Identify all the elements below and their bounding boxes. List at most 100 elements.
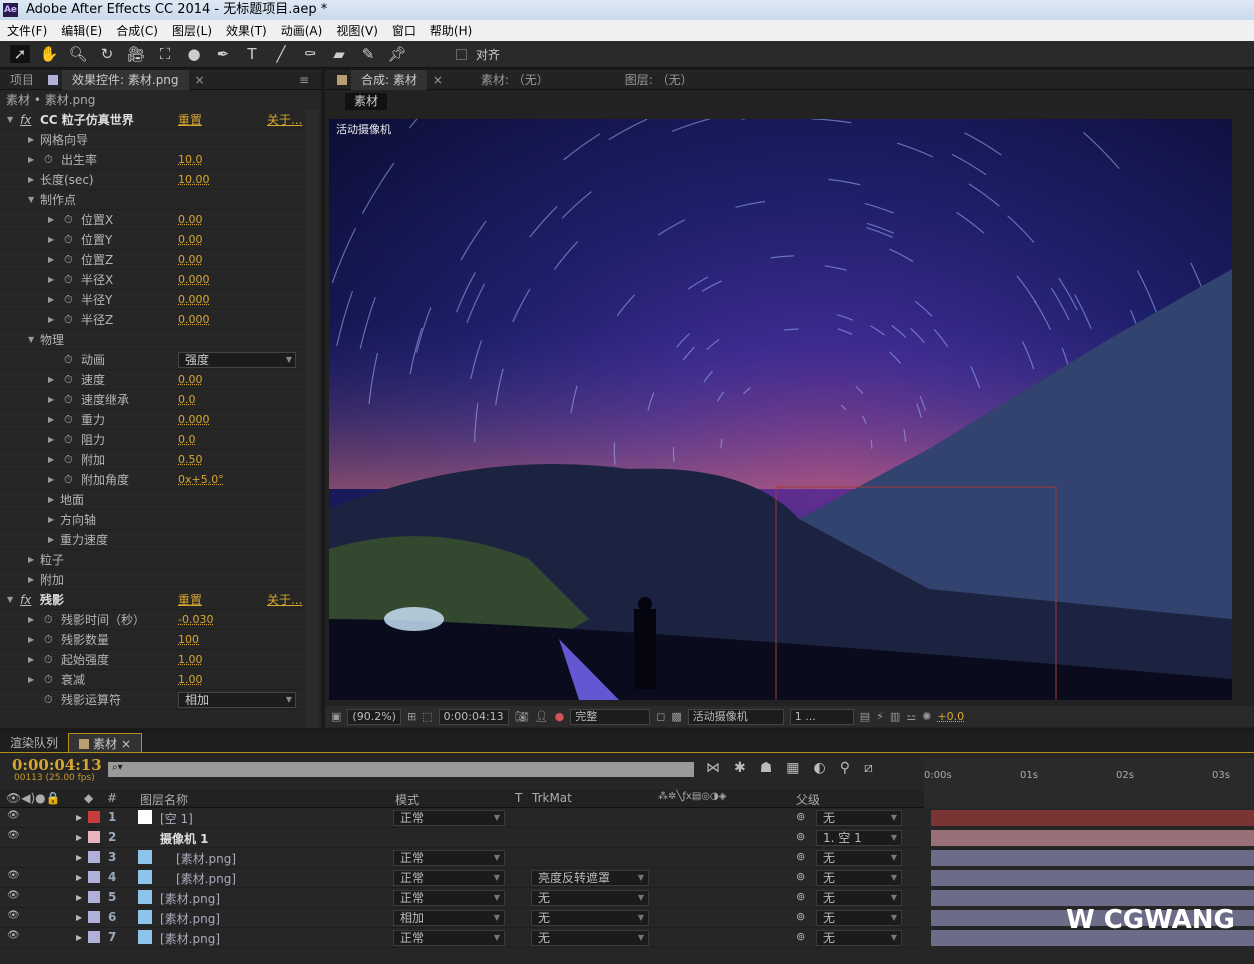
pick-whip-icon[interactable]: ⊚ [796,870,805,883]
ellipse-tool-icon[interactable]: ● [184,45,204,63]
eye-icon[interactable]: 👁︎ [7,870,20,881]
effect-property-row[interactable]: ▶ ⏱ 位置X 0.00 [0,210,305,230]
effect-property-row[interactable]: ▶ 长度(sec) 10.00 [0,170,305,190]
effect-property-row[interactable]: ▶ ⏱ 半径Y 0.000 [0,290,305,310]
stopwatch-icon[interactable]: ⏱ [44,610,53,630]
stopwatch-icon[interactable]: ⏱ [44,630,53,650]
motion-blur-icon[interactable]: ◐ [814,760,826,776]
layer-duration-bar[interactable] [931,870,1254,886]
label-color-swatch[interactable] [88,911,100,923]
stopwatch-icon[interactable]: ⏱ [64,390,73,410]
property-value[interactable]: 0.0 [178,390,196,410]
expand-triangle-icon[interactable]: ▶ [48,390,54,410]
property-value[interactable]: 0.00 [178,210,203,230]
property-value[interactable]: 100 [178,630,199,650]
property-value[interactable]: 0.00 [178,230,203,250]
effect-property-row[interactable]: ▶ ⏱ 起始强度 1.00 [0,650,305,670]
expand-triangle-icon[interactable]: ▶ [48,510,54,530]
blend-mode-dropdown[interactable]: 相加 [393,910,505,926]
menu-item[interactable]: 视图(V) [329,22,385,39]
expand-triangle-icon[interactable]: ▶ [28,610,34,630]
effect-property-row[interactable]: ▶ ⏱ 衰减 1.00 [0,670,305,690]
scrollbar[interactable] [305,110,319,728]
expand-triangle-icon[interactable]: ▶ [76,893,82,902]
effect-property-row[interactable]: ▶ ⏱ 速度 0.00 [0,370,305,390]
effect-property-row[interactable]: ▶ ⏱ 残影时间（秒） -0.030 [0,610,305,630]
channel-icon[interactable]: ● [555,710,565,723]
effect-property-row[interactable]: ▼ fx 残影 重置 关于... [0,590,305,610]
snap-checkbox[interactable] [456,49,467,60]
effect-property-row[interactable]: ▶ 地面 [0,490,305,510]
effect-property-row[interactable]: ▶ 附加 [0,570,305,590]
expand-triangle-icon[interactable]: ▶ [28,550,34,570]
layer-row[interactable]: ▶3[素材.png]正常⊚无 [0,848,924,868]
property-value[interactable]: 1.00 [178,670,203,690]
expand-triangle-icon[interactable]: ▶ [48,430,54,450]
composition-mini-flowchart-icon[interactable]: ⋈ [706,760,720,776]
stopwatch-icon[interactable]: ⏱ [64,410,73,430]
eye-icon[interactable]: 👁︎ [7,810,20,821]
track-matte-dropdown[interactable]: 无 [531,910,649,926]
expand-triangle-icon[interactable]: ▼ [7,110,13,130]
draft-3d-icon[interactable]: ✱ [734,760,746,776]
expand-triangle-icon[interactable]: ▶ [48,410,54,430]
layer-name[interactable]: [素材.png] [160,890,220,907]
effect-property-row[interactable]: ▶ 网格向导 [0,130,305,150]
pan-behind-tool-icon[interactable]: ⛶ [155,45,175,63]
layer-row[interactable]: 👁︎ ▶ 2 摄像机 1 ⊚ 1. 空 1 [0,828,924,848]
expand-triangle-icon[interactable]: ▶ [48,370,54,390]
expand-triangle-icon[interactable]: ▶ [28,670,34,690]
view-layout-dropdown[interactable]: 1 ... [790,709,854,725]
stopwatch-icon[interactable]: ⏱ [64,470,73,490]
property-value[interactable]: 0.50 [178,450,203,470]
expand-triangle-icon[interactable]: ▶ [76,853,82,862]
blend-mode-dropdown[interactable]: 正常 [393,870,505,886]
parent-dropdown[interactable]: 无 [816,850,902,866]
parent-dropdown[interactable]: 无 [816,810,902,826]
property-value[interactable]: 0.00 [178,370,203,390]
track-matte-dropdown[interactable]: 亮度反转遮罩 [531,870,649,886]
eye-icon[interactable]: 👁︎ [7,890,20,901]
effect-property-row[interactable]: ▶ ⏱ 位置Y 0.00 [0,230,305,250]
tab-composition[interactable]: 合成: 素材 [351,70,427,90]
expand-triangle-icon[interactable]: ▶ [28,650,34,670]
shy-layers-icon[interactable]: ☗ [760,760,773,776]
stopwatch-icon[interactable]: ⏱ [64,290,73,310]
magnification-dropdown[interactable]: (90.2%) [347,709,401,725]
property-value[interactable]: 10.0 [178,150,203,170]
expand-triangle-icon[interactable]: ▶ [48,490,54,510]
expand-triangle-icon[interactable]: ▶ [28,170,34,190]
region-of-interest-icon[interactable]: ◻ [656,710,665,723]
property-value[interactable]: 0.000 [178,410,210,430]
timeline-icon[interactable]: ▥ [890,710,900,723]
effect-property-row[interactable]: ▶ ⏱ 位置Z 0.00 [0,250,305,270]
layer-name[interactable]: [空 1] [160,810,193,827]
stopwatch-icon[interactable]: ⏱ [64,310,73,330]
property-value[interactable]: 0x+5.0° [178,470,224,490]
menu-item[interactable]: 合成(C) [109,22,165,39]
menu-item[interactable]: 文件(F) [0,22,54,39]
property-value[interactable]: -0.030 [178,610,213,630]
layer-search-input[interactable]: ⌕▾ [108,762,694,777]
show-snapshot-icon[interactable]: 👤︎ [535,710,549,723]
composition-preview-image[interactable] [329,119,1232,700]
stopwatch-icon[interactable]: ⏱ [64,250,73,270]
property-value[interactable]: 0.0 [178,430,196,450]
label-color-swatch[interactable] [88,871,100,883]
layer-name[interactable]: [素材.png] [160,930,220,947]
toggle-pixel-aspect-icon[interactable]: ▤ [860,710,870,723]
expand-triangle-icon[interactable]: ▶ [76,913,82,922]
tab-render-queue[interactable]: 渲染队列 [0,733,68,753]
effect-property-row[interactable]: ▶ 方向轴 [0,510,305,530]
fx-toggle-icon[interactable]: fx [20,110,31,130]
pick-whip-icon[interactable]: ⊚ [796,910,805,923]
brush-tool-icon[interactable]: ╱ [271,45,291,63]
stopwatch-icon[interactable]: ⏱ [44,650,53,670]
collapse-triangle-icon[interactable]: ▼ [28,190,34,210]
blend-mode-dropdown[interactable]: 正常 [393,810,505,826]
blend-mode-dropdown[interactable]: 正常 [393,930,505,946]
effect-property-row[interactable]: ▶ ⏱ 半径X 0.000 [0,270,305,290]
parent-dropdown[interactable]: 无 [816,930,902,946]
stopwatch-icon[interactable]: ⏱ [44,670,53,690]
label-color-swatch[interactable] [88,851,100,863]
